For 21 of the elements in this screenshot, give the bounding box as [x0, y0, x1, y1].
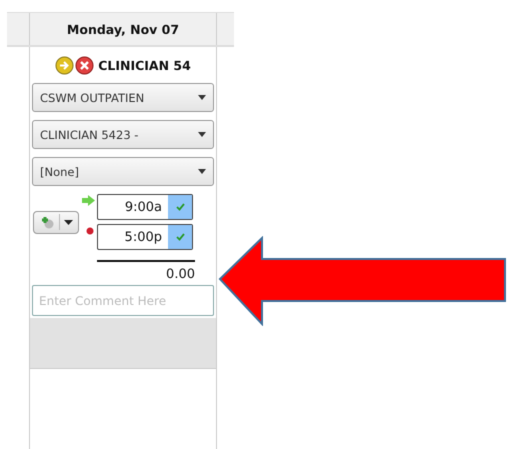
caret-icon	[64, 220, 73, 224]
arrow-left-icon	[218, 236, 508, 326]
add-icon	[39, 215, 55, 229]
time-field[interactable]: 9:00a	[97, 194, 193, 220]
total-hours: 0.00	[97, 260, 195, 282]
check-icon	[176, 233, 184, 241]
arrow-right-icon	[82, 195, 95, 206]
add-menu-button[interactable]	[33, 210, 79, 234]
comment-field[interactable]: Enter Comment Here	[32, 285, 214, 316]
dropdown[interactable]: [None]	[32, 157, 214, 186]
caret-icon	[198, 169, 206, 174]
close-icon[interactable]	[75, 56, 94, 74]
dropdown[interactable]: CSWM OUTPATIEN	[32, 83, 214, 112]
dropdown[interactable]: CLINICIAN 5423 -	[32, 120, 214, 149]
arrow-circle-icon[interactable]	[55, 56, 74, 74]
caret-icon	[198, 95, 206, 100]
check-icon	[176, 203, 184, 211]
time-field[interactable]: 5:00p	[97, 224, 193, 250]
caret-icon	[198, 132, 206, 137]
clinician-name: CLINICIAN 54	[98, 58, 191, 72]
day-header: Monday, Nov 07	[66, 22, 180, 36]
